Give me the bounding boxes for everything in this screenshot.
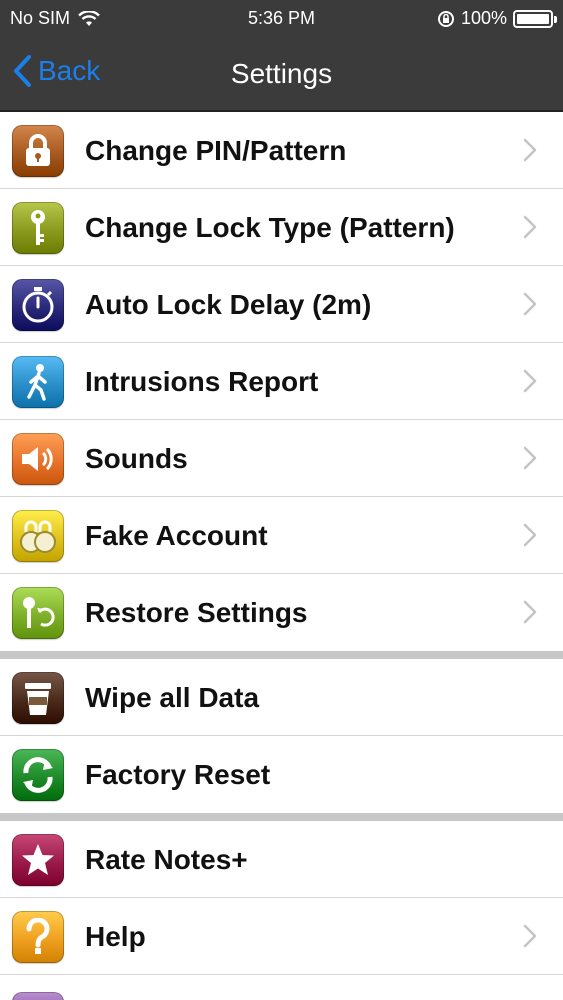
speaker-icon — [12, 433, 64, 485]
settings-row-label: Help — [85, 921, 146, 952]
app-icon — [12, 992, 64, 1000]
page-title: Settings — [230, 58, 333, 89]
chevron-right-icon — [523, 138, 537, 162]
settings-list: Change PIN/Pattern Change Lock Type (Patt… — [0, 112, 563, 1000]
lock-icon — [12, 125, 64, 177]
settings-row-help[interactable]: Help — [0, 898, 563, 975]
settings-row-rate-notes[interactable]: Rate Notes+ — [0, 821, 563, 898]
key-icon — [12, 202, 64, 254]
stopwatch-icon — [12, 279, 64, 331]
settings-row-restore-settings[interactable]: Restore Settings — [0, 574, 563, 651]
settings-row-label: Change Lock Type (Pattern) — [85, 212, 455, 243]
trash-cup-icon — [12, 672, 64, 724]
settings-row-fake-account[interactable]: Fake Account — [0, 497, 563, 574]
chevron-right-icon — [523, 446, 537, 470]
settings-row-sounds[interactable]: Sounds — [0, 420, 563, 497]
section-separator — [0, 651, 563, 659]
walking-person-icon — [12, 356, 64, 408]
chevron-right-icon — [523, 215, 537, 239]
settings-row-wipe-all-data[interactable]: Wipe all Data — [0, 659, 563, 736]
settings-row-partial[interactable] — [0, 975, 563, 1000]
status-bar: No SIM 5:36 PM 100% — [0, 0, 563, 36]
settings-row-label: Wipe all Data — [85, 682, 260, 713]
status-right: 100% — [437, 8, 557, 29]
chevron-right-icon — [523, 292, 537, 316]
settings-row-intrusions-report[interactable]: Intrusions Report — [0, 343, 563, 420]
chevron-right-icon — [523, 369, 537, 393]
orientation-lock-icon — [437, 10, 454, 27]
settings-row-change-lock-type-pattern[interactable]: Change Lock Type (Pattern) — [0, 189, 563, 266]
navigation-bar: Back Settings — [0, 36, 563, 112]
question-icon — [12, 911, 64, 963]
settings-row-label: Fake Account — [85, 520, 268, 551]
settings-row-label: Auto Lock Delay (2m) — [85, 289, 372, 320]
battery-fill — [517, 13, 549, 24]
settings-row-change-pin-pattern[interactable]: Change PIN/Pattern — [0, 112, 563, 189]
settings-row-auto-lock-delay-2m[interactable]: Auto Lock Delay (2m) — [0, 266, 563, 343]
battery-percent: 100% — [460, 8, 507, 28]
settings-row-label: Restore Settings — [85, 597, 308, 628]
refresh-icon — [12, 749, 64, 801]
settings-row-label: Rate Notes+ — [85, 844, 248, 875]
settings-row-label: Factory Reset — [85, 759, 271, 790]
star-icon — [12, 834, 64, 886]
chevron-right-icon — [523, 924, 537, 948]
coins-lock-icon — [12, 510, 64, 562]
chevron-right-icon — [523, 600, 537, 624]
settings-row-label: Intrusions Report — [85, 366, 319, 397]
section-separator — [0, 813, 563, 821]
key-refresh-icon — [12, 587, 64, 639]
chevron-right-icon — [523, 523, 537, 547]
battery-icon — [513, 9, 557, 28]
settings-row-factory-reset[interactable]: Factory Reset — [0, 736, 563, 813]
settings-row-label: Sounds — [85, 443, 188, 474]
settings-row-label: Change PIN/Pattern — [85, 135, 347, 166]
